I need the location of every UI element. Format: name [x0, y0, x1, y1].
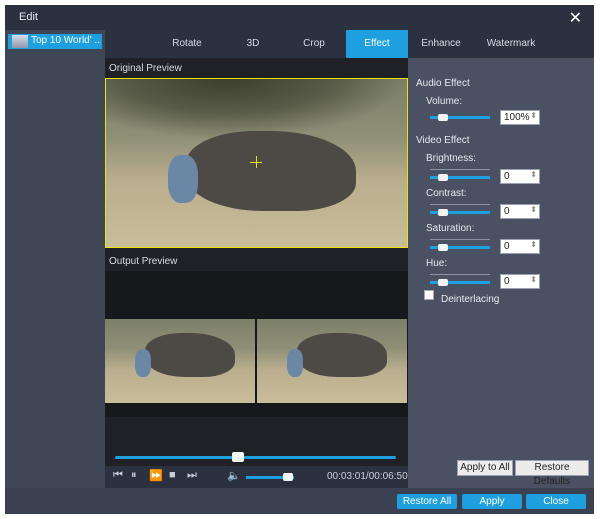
video-effect-header: Video Effect — [416, 135, 470, 146]
seek-handle[interactable] — [232, 452, 244, 462]
contrast-spin[interactable]: 0 ⬍ — [500, 204, 540, 219]
title-bar: Edit ✕ — [5, 5, 594, 30]
edit-window: Edit ✕ Top 10 World' ... Rotate 3D Crop … — [5, 5, 594, 514]
tab-effect[interactable]: Effect — [346, 30, 408, 58]
output-animal-left — [145, 333, 235, 377]
stop-icon[interactable]: ■ — [169, 469, 176, 481]
person-shape — [168, 155, 198, 203]
window-title: Edit — [19, 11, 38, 23]
spin-arrows-icon[interactable]: ⬍ — [530, 111, 537, 120]
tab-enhance[interactable]: Enhance — [410, 30, 472, 58]
playback-controls: ⏮ ⏸ ⏩ ■ ⏭ 🔈 00:03:01/00:06:50 — [105, 466, 408, 488]
restore-all-button[interactable]: Restore All — [397, 494, 457, 509]
saturation-label: Saturation: — [426, 223, 475, 234]
saturation-handle[interactable] — [438, 244, 448, 251]
close-button[interactable]: Close — [526, 494, 586, 509]
volume-spin[interactable]: 100% ⬍ — [500, 110, 540, 125]
preview-panel: Original Preview Output Preview ⏮ ⏸ ⏩ ■ … — [105, 58, 408, 514]
audio-effect-header: Audio Effect — [416, 78, 470, 89]
brightness-spin[interactable]: 0 ⬍ — [500, 169, 540, 184]
seek-bar[interactable] — [115, 456, 396, 459]
file-name: Top 10 World' ... — [31, 35, 101, 46]
spin-arrows-icon[interactable]: ⬍ — [530, 275, 537, 284]
close-icon[interactable]: ✕ — [569, 8, 582, 28]
original-preview[interactable] — [105, 78, 408, 248]
apply-to-all-button[interactable]: Apply to All — [457, 460, 513, 476]
fast-forward-icon[interactable]: ⏩ — [149, 469, 163, 482]
output-preview-label: Output Preview — [109, 256, 178, 267]
output-animal-right — [297, 333, 387, 377]
file-list-item[interactable]: Top 10 World' ... — [8, 34, 102, 49]
output-person-left — [135, 349, 151, 377]
contrast-handle[interactable] — [438, 209, 448, 216]
output-frame-right — [257, 319, 407, 403]
hue-handle[interactable] — [438, 279, 448, 286]
speaker-icon[interactable]: 🔈 — [227, 469, 241, 482]
volume-value: 100% — [504, 112, 530, 123]
volume-label: Volume: — [426, 96, 463, 107]
output-scene-right — [257, 319, 407, 403]
spin-arrows-icon[interactable]: ⬍ — [530, 205, 537, 214]
skip-back-icon[interactable]: ⏮ — [113, 469, 123, 482]
output-frame-left — [105, 319, 255, 403]
tab-crop[interactable]: Crop — [283, 30, 345, 58]
animal-shape — [186, 131, 356, 211]
deinterlacing-label: Deinterlacing — [441, 294, 500, 305]
tab-watermark[interactable]: Watermark — [477, 30, 545, 58]
restore-defaults-button[interactable]: Restore Defaults — [515, 460, 589, 487]
file-thumbnail — [12, 35, 28, 48]
volume-effect-handle[interactable] — [438, 114, 448, 121]
contrast-value: 0 — [504, 206, 510, 217]
file-list: Top 10 World' ... — [5, 30, 105, 514]
tree-shadow — [106, 79, 407, 139]
tab-3d[interactable]: 3D — [225, 30, 281, 58]
saturation-spin[interactable]: 0 ⬍ — [500, 239, 540, 254]
original-preview-label: Original Preview — [109, 63, 182, 74]
crosshair-icon-vertical — [256, 156, 257, 168]
brightness-label: Brightness: — [426, 153, 477, 164]
tab-bar: Rotate 3D Crop Effect Enhance Watermark — [105, 30, 594, 58]
effect-panel: Audio Effect Volume: 100% ⬍ Video Effect… — [408, 58, 594, 488]
tab-rotate[interactable]: Rotate — [153, 30, 221, 58]
output-person-right — [287, 349, 303, 377]
hue-label: Hue: — [426, 258, 448, 269]
brightness-handle[interactable] — [438, 174, 448, 181]
hue-value: 0 — [504, 276, 510, 287]
brightness-value: 0 — [504, 171, 510, 182]
deinterlacing-checkbox[interactable] — [424, 290, 434, 300]
spin-arrows-icon[interactable]: ⬍ — [530, 240, 537, 249]
time-display: 00:03:01/00:06:50 — [327, 471, 408, 482]
spin-arrows-icon[interactable]: ⬍ — [530, 170, 537, 179]
bottom-bar: Restore All Apply Close — [5, 488, 594, 514]
volume-handle[interactable] — [283, 473, 293, 481]
apply-button[interactable]: Apply — [462, 494, 522, 509]
skip-forward-icon[interactable]: ⏭ — [187, 469, 197, 482]
pause-icon[interactable]: ⏸ — [131, 469, 137, 482]
output-scene-left — [105, 319, 255, 403]
hue-spin[interactable]: 0 ⬍ — [500, 274, 540, 289]
contrast-label: Contrast: — [426, 188, 467, 199]
output-preview — [105, 271, 408, 417]
saturation-value: 0 — [504, 241, 510, 252]
